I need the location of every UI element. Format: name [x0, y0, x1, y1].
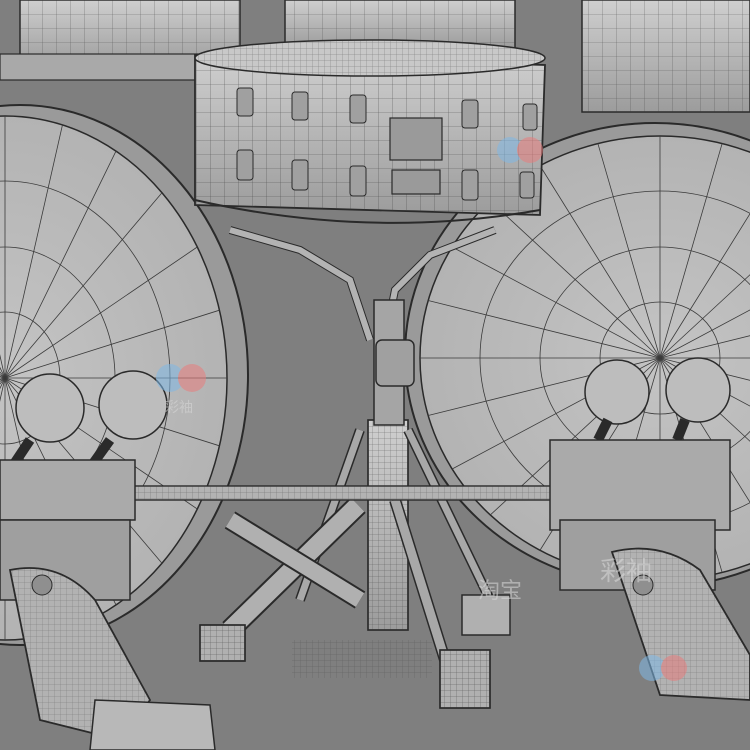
snare-drum: [194, 39, 546, 224]
watermark-text-2: 淘宝: [478, 579, 522, 604]
drum-kit-scene: 彩袖 淘宝 彩袖: [0, 0, 750, 750]
render-viewport: 彩袖 淘宝 彩袖: [0, 0, 750, 750]
watermark-text-3: 彩袖: [600, 557, 652, 587]
floor-grid: [292, 640, 432, 678]
watermark-text-1: 彩袖: [165, 400, 193, 416]
